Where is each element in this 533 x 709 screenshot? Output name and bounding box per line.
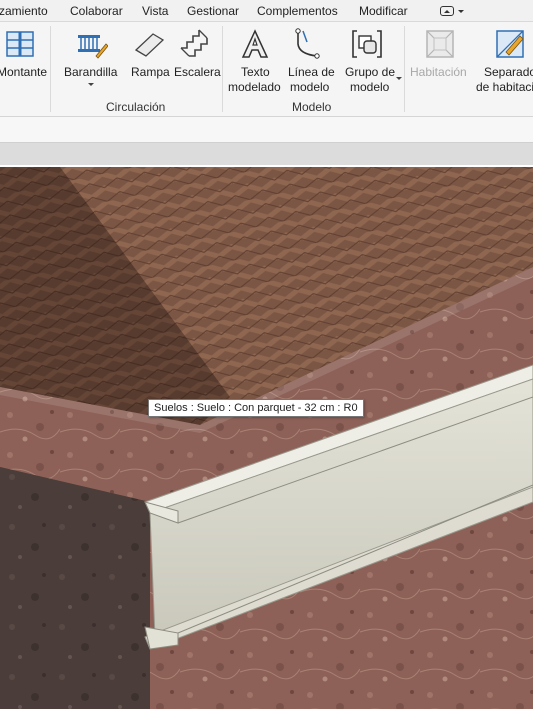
room-separator-icon <box>496 30 524 58</box>
menu-item-emplazamiento[interactable]: zamiento <box>0 4 48 18</box>
montante-button[interactable]: Montante <box>0 22 48 96</box>
panel-separator <box>50 26 51 112</box>
barandilla-button[interactable]: Barandilla <box>60 22 124 96</box>
ribbon-display-toggle[interactable] <box>440 4 468 18</box>
model-text-icon <box>241 29 269 58</box>
grupo-modelo-label-1: Grupo de <box>345 65 396 79</box>
stair-icon <box>180 29 208 57</box>
menu-item-vista[interactable]: Vista <box>142 4 168 18</box>
element-tooltip: Suelos : Suelo : Con parquet - 32 cm : R… <box>148 399 364 417</box>
menu-item-complementos[interactable]: Complementos <box>257 4 338 18</box>
ribbon: Montante Barandilla Rampa Escalera Circu… <box>0 22 533 117</box>
model-group-icon <box>352 30 382 58</box>
menu-item-gestionar[interactable]: Gestionar <box>187 4 239 18</box>
linea-modelo-button[interactable]: Línea de modelo <box>285 22 337 96</box>
texto-modelado-label-1: Texto <box>241 65 270 79</box>
3d-scene <box>0 167 533 709</box>
grupo-modelo-label-2: modelo <box>350 80 390 94</box>
panel-separator <box>404 26 405 112</box>
escalera-label: Escalera <box>174 65 221 79</box>
habitacion-button[interactable]: Habitación <box>408 22 472 96</box>
chevron-down-icon <box>88 83 94 86</box>
3d-view-canvas[interactable]: Suelos : Suelo : Con parquet - 32 cm : R… <box>0 165 533 709</box>
habitacion-label: Habitación <box>410 65 467 79</box>
barandilla-label: Barandilla <box>64 65 118 79</box>
panel-title-circulacion: Circulación <box>106 100 166 114</box>
wall-shading <box>0 467 150 709</box>
minimize-ribbon-icon <box>440 6 454 16</box>
railing-icon <box>78 35 108 59</box>
grupo-modelo-button[interactable]: Grupo de modelo <box>342 22 402 96</box>
menu-item-colaborar[interactable]: Colaborar <box>70 4 123 18</box>
curtain-mullion-icon <box>6 31 34 57</box>
separador-habitacion-button[interactable]: Separado de habitaci <box>474 22 533 96</box>
room-icon <box>426 30 454 58</box>
texto-modelado-button[interactable]: Texto modelado <box>226 22 284 96</box>
rampa-label: Rampa <box>131 65 170 79</box>
separador-label-1: Separado <box>484 65 533 79</box>
separador-label-2: de habitaci <box>476 80 533 94</box>
chevron-down-icon <box>458 10 464 13</box>
montante-label: Montante <box>0 65 48 79</box>
view-tab-strip <box>0 143 533 165</box>
texto-modelado-label-2: modelado <box>228 80 281 94</box>
ramp-icon <box>134 33 165 57</box>
chevron-down-icon <box>396 77 402 80</box>
panel-separator <box>222 26 223 112</box>
linea-modelo-label-2: modelo <box>290 80 330 94</box>
escalera-button[interactable]: Escalera <box>172 22 221 96</box>
linea-modelo-label-1: Línea de <box>288 65 335 79</box>
panel-title-modelo: Modelo <box>292 100 332 114</box>
options-bar <box>0 117 533 143</box>
rampa-button[interactable]: Rampa <box>128 22 170 96</box>
menu-item-modificar[interactable]: Modificar <box>359 4 408 18</box>
model-line-icon <box>295 28 320 59</box>
menu-bar: zamiento Colaborar Vista Gestionar Compl… <box>0 0 533 22</box>
